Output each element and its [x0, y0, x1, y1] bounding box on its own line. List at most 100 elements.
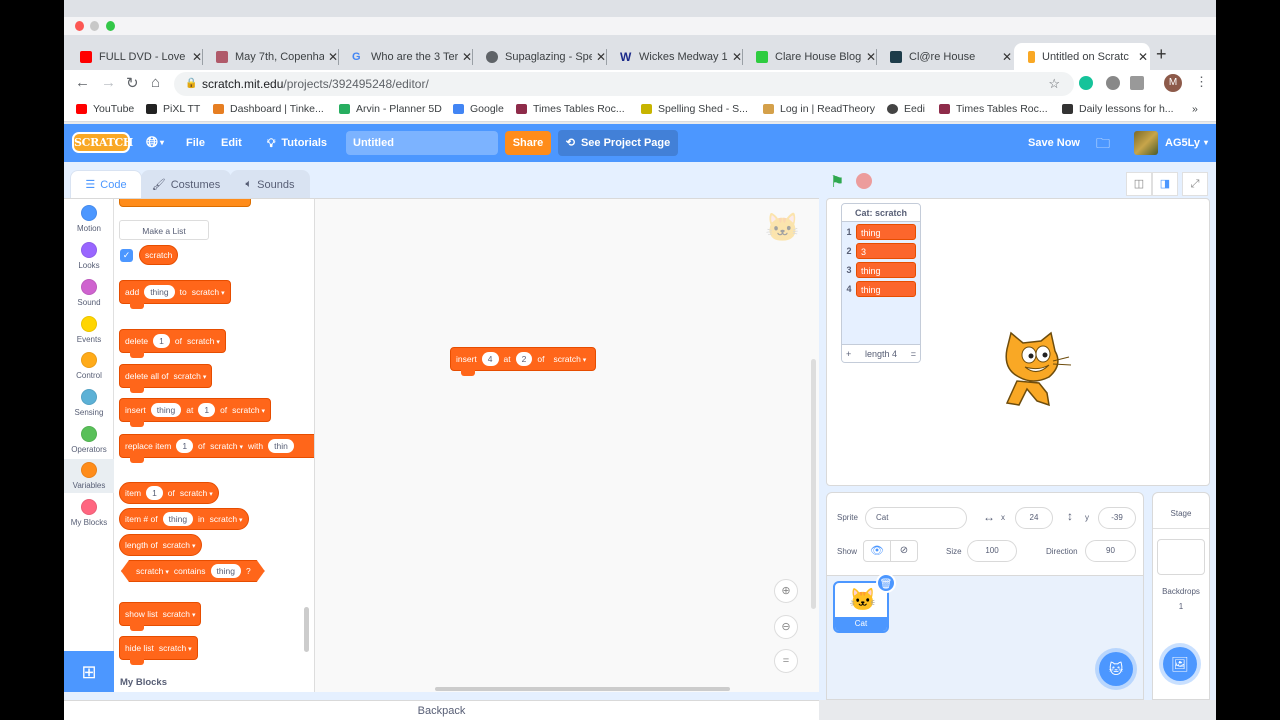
- size-input[interactable]: 100: [967, 540, 1017, 562]
- x-position-input[interactable]: 24: [1015, 507, 1053, 529]
- browser-tab[interactable]: FULL DVD - Love ✕: [66, 43, 203, 70]
- browser-tab[interactable]: Cl@re House ✕: [876, 43, 1012, 70]
- bookmark-item[interactable]: Log in | ReadTheory: [763, 103, 875, 115]
- palette-block-partial[interactable]: [119, 199, 251, 207]
- browser-tab-active[interactable]: Untitled on Scratc ✕: [1014, 43, 1150, 70]
- category-my-blocks[interactable]: My Blocks: [64, 499, 114, 527]
- home-icon[interactable]: ⌂: [151, 74, 160, 91]
- show-visible-button[interactable]: 👁︎: [863, 540, 891, 562]
- add-extension-button[interactable]: ⊞: [64, 651, 114, 692]
- new-tab-button[interactable]: +: [1156, 44, 1167, 65]
- bookmark-item[interactable]: PiXL TT: [146, 103, 200, 115]
- edit-menu[interactable]: Edit: [221, 124, 242, 162]
- category-looks[interactable]: Looks: [64, 242, 114, 270]
- block-item-of-list[interactable]: item 1 of scratch: [119, 482, 219, 504]
- zoom-out-button[interactable]: ⊖: [774, 615, 798, 639]
- small-stage-button[interactable]: ◫: [1126, 172, 1152, 196]
- back-icon[interactable]: ←: [75, 74, 90, 91]
- show-hidden-button[interactable]: ⊘: [890, 540, 918, 562]
- bookmark-item[interactable]: Times Tables Roc...: [939, 103, 1048, 115]
- direction-input[interactable]: 90: [1085, 540, 1136, 562]
- fullscreen-button[interactable]: ⤢: [1182, 172, 1208, 196]
- block-hide-list[interactable]: hide list scratch: [119, 636, 198, 665]
- minimize-window-button[interactable]: [90, 21, 99, 31]
- close-tab-icon[interactable]: ✕: [462, 50, 472, 64]
- close-tab-icon[interactable]: ✕: [1138, 50, 1148, 64]
- account-menu[interactable]: AG5Ly ▾: [1165, 124, 1208, 162]
- palette-scrollbar[interactable]: [304, 607, 309, 652]
- extension-icon[interactable]: [1106, 76, 1120, 90]
- save-now-button[interactable]: Save Now: [1028, 124, 1080, 162]
- drive-icon[interactable]: [1130, 76, 1144, 90]
- bookmark-item[interactable]: YouTube: [76, 103, 134, 115]
- category-motion[interactable]: Motion: [64, 205, 114, 233]
- tutorials-button[interactable]: 💡︎ Tutorials: [267, 124, 327, 162]
- bookmark-item[interactable]: Arvin - Planner 5D: [339, 103, 442, 115]
- stage-thumbnail[interactable]: [1157, 539, 1205, 575]
- project-title-input[interactable]: Untitled: [346, 131, 498, 155]
- cat-sprite[interactable]: [997, 331, 1077, 413]
- add-backdrop-button[interactable]: 🖼︎: [1163, 647, 1197, 681]
- list-item[interactable]: 3 thing: [842, 260, 920, 279]
- list-item[interactable]: 4 thing: [842, 279, 920, 298]
- stage-canvas[interactable]: Cat: scratch 1 thing 23 3 thing 4 thing + l…: [826, 198, 1210, 486]
- menu-kebab-icon[interactable]: ⋮: [1195, 74, 1208, 90]
- close-tab-icon[interactable]: ✕: [732, 50, 742, 64]
- list-item[interactable]: 23: [842, 241, 920, 260]
- bookmark-item[interactable]: Dashboard | Tinke...: [213, 103, 324, 115]
- make-a-list-button[interactable]: Make a List: [119, 220, 209, 240]
- block-show-list[interactable]: show list scratch: [119, 602, 202, 631]
- category-operators[interactable]: Operators: [64, 426, 114, 454]
- bookmark-item[interactable]: Spelling Shed - S...: [641, 103, 748, 115]
- stage-selector[interactable]: Stage Backdrops 1 🖼︎: [1152, 492, 1210, 700]
- script-vertical-scrollbar[interactable]: [811, 359, 816, 609]
- script-area[interactable]: 🐱 insert 4 at 2 of scratch ⊕ ⊖ =: [314, 198, 819, 692]
- browser-tab[interactable]: Supaglazing - Spe ✕: [472, 43, 607, 70]
- category-variables[interactable]: Variables: [64, 459, 114, 493]
- close-tab-icon[interactable]: ✕: [328, 50, 338, 64]
- y-position-input[interactable]: -39: [1098, 507, 1136, 529]
- list-item[interactable]: 1 thing: [842, 222, 920, 241]
- reload-icon[interactable]: ↻: [126, 74, 139, 92]
- bookmark-item[interactable]: Google: [453, 103, 504, 115]
- block-add-to-list[interactable]: add thing to scratch: [119, 280, 231, 309]
- grammarly-icon[interactable]: [1079, 76, 1093, 90]
- script-horizontal-scrollbar[interactable]: [435, 687, 730, 691]
- block-insert-at[interactable]: insert thing at 1 of scratch: [119, 398, 272, 427]
- backpack-bar[interactable]: Backpack: [64, 700, 819, 720]
- category-events[interactable]: Events: [64, 316, 114, 344]
- file-menu[interactable]: File: [186, 124, 205, 162]
- close-tab-icon[interactable]: ✕: [866, 50, 876, 64]
- bookmark-item[interactable]: Eedi: [887, 103, 925, 115]
- bookmarks-overflow-button[interactable]: »: [1192, 103, 1198, 115]
- script-block-insert-at[interactable]: insert 4 at 2 of scratch: [450, 347, 597, 376]
- close-tab-icon[interactable]: ✕: [192, 50, 202, 64]
- category-sound[interactable]: Sound: [64, 279, 114, 307]
- forward-icon[interactable]: →: [101, 74, 116, 91]
- tab-sounds[interactable]: 🔈︎ Sounds: [230, 170, 310, 198]
- close-tab-icon[interactable]: ✕: [596, 50, 606, 64]
- see-project-page-button[interactable]: ⟲ See Project Page: [558, 130, 678, 156]
- tab-code[interactable]: ☰ Code: [70, 170, 142, 198]
- category-control[interactable]: Control: [64, 352, 114, 380]
- list-visible-checkbox[interactable]: ✓: [120, 249, 133, 262]
- browser-tab[interactable]: W Wickes Medway 1 ✕: [606, 43, 743, 70]
- maximize-window-button[interactable]: [106, 21, 115, 31]
- tab-costumes[interactable]: 🖌︎ Costumes: [141, 170, 231, 198]
- delete-sprite-icon[interactable]: 🗑︎: [876, 573, 896, 593]
- add-sprite-button[interactable]: 🐱︎: [1099, 652, 1133, 686]
- browser-tab[interactable]: G Who are the 3 Ter ✕: [338, 43, 473, 70]
- browser-tab[interactable]: May 7th, Copenha ✕: [202, 43, 339, 70]
- block-item-number-of[interactable]: item # of thing in scratch: [119, 508, 249, 530]
- share-button[interactable]: Share: [505, 131, 551, 155]
- profile-avatar[interactable]: M: [1164, 74, 1182, 92]
- block-delete-all[interactable]: delete all of scratch: [119, 364, 213, 393]
- scratch-logo[interactable]: SCRATCH: [72, 132, 133, 153]
- green-flag-icon[interactable]: ⚑: [830, 172, 844, 192]
- my-stuff-folder-icon[interactable]: 🗀: [1096, 124, 1110, 162]
- close-window-button[interactable]: [75, 21, 84, 31]
- close-tab-icon[interactable]: ✕: [1002, 50, 1012, 64]
- normal-stage-button[interactable]: ◨: [1152, 172, 1178, 196]
- block-length-of-list[interactable]: length of scratch: [119, 534, 202, 556]
- block-replace-item[interactable]: replace item 1 of scratch with thin: [119, 434, 314, 463]
